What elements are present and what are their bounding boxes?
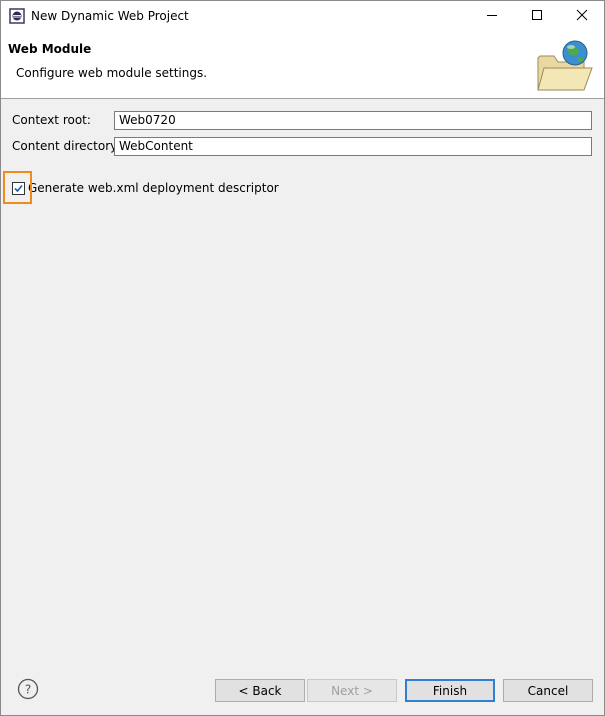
- title-bar: New Dynamic Web Project: [1, 1, 604, 32]
- minimize-button[interactable]: [469, 1, 514, 32]
- page-title: Web Module: [8, 42, 92, 56]
- maximize-button[interactable]: [514, 1, 559, 32]
- close-icon: [576, 9, 588, 24]
- page-description: Configure web module settings.: [16, 66, 208, 80]
- dialog-window: New Dynamic Web Project Web Module Confi…: [0, 0, 605, 716]
- next-button[interactable]: Next >: [307, 679, 397, 702]
- maximize-icon: [531, 9, 543, 24]
- window-title: New Dynamic Web Project: [31, 9, 189, 23]
- generate-web-xml-label[interactable]: Generate web.xml deployment descriptor: [28, 181, 279, 195]
- content-directory-label: Content directory:: [12, 139, 121, 153]
- help-icon: ?: [17, 678, 39, 703]
- banner-separator: [1, 98, 604, 99]
- web-folder-globe-icon: [534, 38, 594, 94]
- context-root-label: Context root:: [12, 113, 91, 127]
- back-button[interactable]: < Back: [215, 679, 305, 702]
- content-directory-input[interactable]: WebContent: [114, 137, 592, 156]
- eclipse-icon: [9, 8, 25, 24]
- help-button[interactable]: ?: [17, 678, 39, 700]
- cancel-button[interactable]: Cancel: [503, 679, 593, 702]
- close-button[interactable]: [559, 1, 604, 32]
- svg-text:?: ?: [25, 683, 31, 697]
- wizard-banner: Web Module Configure web module settings…: [1, 32, 604, 99]
- minimize-icon: [486, 9, 498, 24]
- context-root-input[interactable]: Web0720: [114, 111, 592, 130]
- highlight-box: [3, 171, 32, 204]
- finish-button[interactable]: Finish: [405, 679, 495, 702]
